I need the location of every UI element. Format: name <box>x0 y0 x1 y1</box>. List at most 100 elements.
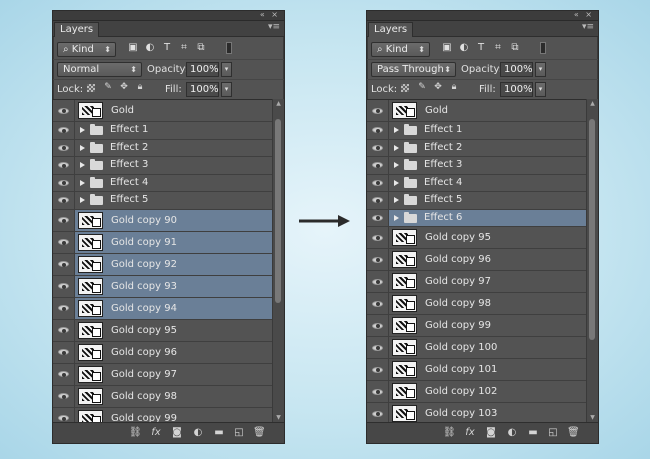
visibility-toggle[interactable] <box>367 337 389 358</box>
expand-triangle-icon[interactable] <box>80 144 85 151</box>
layer-row[interactable]: Gold <box>53 100 284 122</box>
folder-icon[interactable]: ▬ <box>213 427 225 439</box>
filter-kind-dropdown[interactable]: ⌕ Kind ⬍ <box>371 42 430 57</box>
visibility-toggle[interactable] <box>367 381 389 402</box>
checker-icon[interactable] <box>87 84 95 92</box>
filter-toggle[interactable] <box>540 42 546 54</box>
visibility-toggle[interactable] <box>53 209 75 231</box>
fx-icon[interactable]: fx <box>464 427 476 439</box>
new-layer-icon[interactable]: ◱ <box>233 427 245 439</box>
visibility-toggle[interactable] <box>53 341 75 363</box>
type-filter-icon[interactable]: T <box>475 42 487 54</box>
layer-group-row[interactable]: Effect 5 <box>53 192 284 210</box>
mask-icon[interactable]: ◙ <box>171 427 183 439</box>
adjustment-filter-icon[interactable]: ◐ <box>144 42 156 54</box>
layer-row[interactable]: Gold copy 94 <box>53 297 284 320</box>
mask-icon[interactable]: ◙ <box>485 427 497 439</box>
visibility-toggle[interactable] <box>367 157 389 174</box>
layer-group-row[interactable]: Effect 1 <box>53 122 284 140</box>
link-icon[interactable]: ⛓ <box>129 427 142 439</box>
brush-icon[interactable]: ✎ <box>417 82 427 93</box>
blend-mode-dropdown[interactable]: Normal ⬍ <box>57 62 142 77</box>
layer-row[interactable]: Gold copy 95 <box>53 319 284 342</box>
visibility-toggle[interactable] <box>53 319 75 341</box>
layer-row[interactable]: Gold copy 103 <box>367 403 598 422</box>
pixel-filter-icon[interactable]: ▣ <box>127 42 139 54</box>
collapse-close-icons[interactable]: « × <box>260 10 280 19</box>
scroll-up-icon[interactable]: ▲ <box>273 100 284 107</box>
layer-row[interactable]: Gold copy 90 <box>53 209 284 232</box>
fill-input[interactable]: 100% <box>500 82 533 97</box>
opacity-caret-icon[interactable]: ▾ <box>221 62 232 77</box>
visibility-toggle[interactable] <box>53 297 75 319</box>
expand-triangle-icon[interactable] <box>394 197 399 203</box>
lock-icon[interactable]: 🔒︎ <box>449 82 459 93</box>
layers-tab[interactable]: Layers <box>368 22 414 37</box>
visibility-toggle[interactable] <box>53 157 75 174</box>
expand-triangle-icon[interactable] <box>394 127 399 133</box>
visibility-toggle[interactable] <box>367 403 389 422</box>
filter-kind-dropdown[interactable]: ⌕ Kind ⬍ <box>57 42 116 57</box>
layer-group-row[interactable]: Effect 4 <box>53 174 284 192</box>
layer-row[interactable]: Gold copy 102 <box>367 381 598 403</box>
visibility-toggle[interactable] <box>367 100 389 121</box>
layers-tab[interactable]: Layers <box>54 22 100 37</box>
filter-toggle[interactable] <box>226 42 232 54</box>
visibility-toggle[interactable] <box>367 359 389 380</box>
layer-group-row[interactable]: Effect 4 <box>367 174 598 192</box>
move-icon[interactable]: ✥ <box>119 82 129 93</box>
visibility-toggle[interactable] <box>53 100 75 121</box>
move-icon[interactable]: ✥ <box>433 82 443 93</box>
layer-group-row[interactable]: Effect 1 <box>367 122 598 140</box>
new-layer-icon[interactable]: ◱ <box>547 427 559 439</box>
layer-group-row[interactable]: Effect 6 <box>367 209 598 227</box>
opacity-input[interactable]: 100% <box>186 62 219 77</box>
layers-scrollbar[interactable]: ▲ ▼ <box>586 99 598 422</box>
layer-row[interactable]: Gold copy 92 <box>53 253 284 276</box>
visibility-toggle[interactable] <box>53 385 75 407</box>
visibility-toggle[interactable] <box>53 231 75 253</box>
panel-menu-icon[interactable]: ▾≡ <box>268 22 280 32</box>
layer-row[interactable]: Gold copy 97 <box>367 271 598 293</box>
opacity-input[interactable]: 100% <box>500 62 533 77</box>
expand-triangle-icon[interactable] <box>80 179 85 186</box>
layer-group-row[interactable]: Effect 3 <box>53 157 284 175</box>
layer-row[interactable]: Gold copy 101 <box>367 359 598 381</box>
blend-mode-dropdown[interactable]: Pass Through ⬍ <box>371 62 456 77</box>
layer-row[interactable]: Gold copy 98 <box>53 385 284 408</box>
scroll-thumb[interactable] <box>275 119 281 303</box>
fill-caret-icon[interactable]: ▾ <box>221 82 232 97</box>
layer-row[interactable]: Gold copy 91 <box>53 231 284 254</box>
smart-object-filter-icon[interactable]: ⧉ <box>509 42 521 54</box>
adjustment-icon[interactable]: ◐ <box>506 427 518 439</box>
link-icon[interactable]: ⛓ <box>443 427 456 439</box>
scroll-down-icon[interactable]: ▼ <box>587 414 598 421</box>
fill-input[interactable]: 100% <box>186 82 219 97</box>
visibility-toggle[interactable] <box>367 174 389 191</box>
scroll-up-icon[interactable]: ▲ <box>587 100 598 107</box>
pixel-filter-icon[interactable]: ▣ <box>441 42 453 54</box>
visibility-toggle[interactable] <box>367 315 389 336</box>
layer-row[interactable]: Gold copy 100 <box>367 337 598 359</box>
lock-icon[interactable]: 🔒︎ <box>135 82 145 93</box>
layer-row[interactable]: Gold copy 96 <box>53 341 284 364</box>
type-filter-icon[interactable]: T <box>161 42 173 54</box>
checker-icon[interactable] <box>401 84 409 92</box>
visibility-toggle[interactable] <box>53 407 75 422</box>
layer-group-row[interactable]: Effect 5 <box>367 192 598 210</box>
layer-row[interactable]: Gold copy 93 <box>53 275 284 298</box>
trash-icon[interactable]: 🗑︎ <box>253 427 266 439</box>
expand-triangle-icon[interactable] <box>80 162 85 168</box>
visibility-toggle[interactable] <box>53 192 75 209</box>
layer-row[interactable]: Gold copy 95 <box>367 227 598 249</box>
layer-row[interactable]: Gold copy 97 <box>53 363 284 386</box>
expand-triangle-icon[interactable] <box>394 214 399 221</box>
fill-caret-icon[interactable]: ▾ <box>535 82 546 97</box>
trash-icon[interactable]: 🗑︎ <box>567 427 580 439</box>
opacity-caret-icon[interactable]: ▾ <box>535 62 546 77</box>
expand-triangle-icon[interactable] <box>394 162 399 168</box>
visibility-toggle[interactable] <box>53 253 75 275</box>
visibility-toggle[interactable] <box>367 227 389 248</box>
visibility-toggle[interactable] <box>53 275 75 297</box>
scroll-down-icon[interactable]: ▼ <box>273 414 284 421</box>
